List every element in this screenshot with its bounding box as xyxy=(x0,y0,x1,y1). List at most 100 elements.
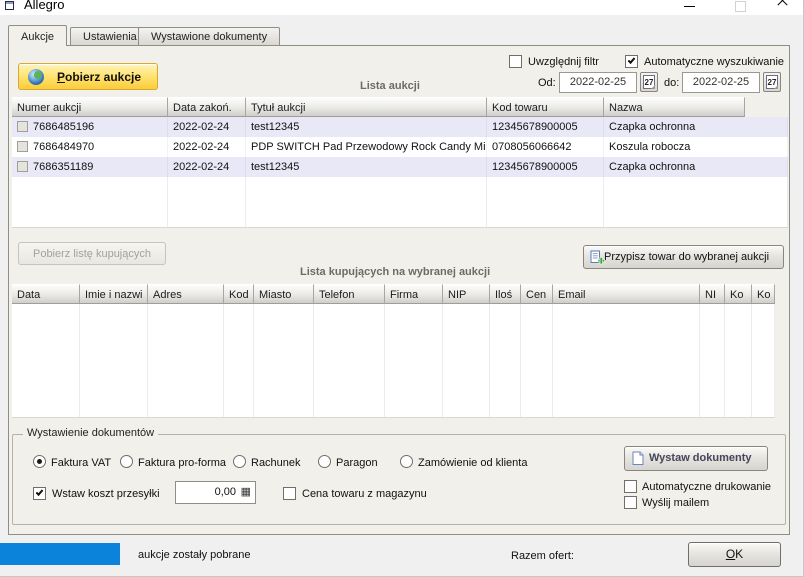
radio-zamowienie-od-klienta[interactable] xyxy=(400,455,413,468)
auction-end-date: 2022-02-24 xyxy=(168,117,246,137)
shipping-cost-value: 0,00 xyxy=(215,486,236,498)
auction-end-date: 2022-02-24 xyxy=(168,157,246,177)
auction-title: PDP SWITCH Pad Przewodowy Rock Candy Mi xyxy=(246,137,487,157)
row-checkbox[interactable] xyxy=(17,141,28,152)
assign-product-label: Przypisz towar do wybranej aukcji xyxy=(604,251,769,263)
fetch-buyers-button[interactable]: Pobierz listę kupujących xyxy=(18,242,166,265)
tab-label: Ustawienia xyxy=(83,31,137,43)
title-bar: Allegro xyxy=(0,0,804,15)
issue-documents-label: Wystaw dokumenty xyxy=(649,452,752,464)
radio-paragon[interactable] xyxy=(318,455,331,468)
date-from-label: Od: xyxy=(538,77,556,89)
tab-wystawione-dokumenty[interactable]: Wystawione dokumenty xyxy=(138,27,280,46)
auction-number: 7686484970 xyxy=(33,141,94,153)
minimize-icon[interactable] xyxy=(674,0,704,15)
warehouse-price-checkbox[interactable] xyxy=(283,487,296,500)
documents-group-title: Wystawienie dokumentów xyxy=(23,427,158,439)
column-header[interactable]: Telefon xyxy=(314,284,385,304)
maximize-icon[interactable] xyxy=(724,0,754,15)
auction-title: test12345 xyxy=(246,157,487,177)
status-message: aukcje zostały pobrane xyxy=(138,549,251,561)
ok-label: OK xyxy=(726,547,743,561)
calculator-icon[interactable]: ▦ xyxy=(241,485,251,498)
assign-product-button[interactable]: Przypisz towar do wybranej aukcji xyxy=(583,245,784,269)
window-title: Allegro xyxy=(24,0,64,12)
application-icon xyxy=(5,1,14,10)
close-icon[interactable] xyxy=(766,0,796,15)
radio-zamowienie-od-klienta-label: Zamówienie od klienta xyxy=(418,457,527,469)
buyers-list-title: Lista kupujących na wybranej aukcji xyxy=(300,266,490,278)
check-icon xyxy=(628,56,636,64)
auctions-table-empty-area xyxy=(12,177,788,228)
column-header[interactable]: Tytuł aukcji xyxy=(246,97,487,117)
radio-rachunek[interactable] xyxy=(233,455,246,468)
column-header[interactable]: Email xyxy=(553,284,700,304)
auction-row[interactable]: 7686484970 2022-02-24 PDP SWITCH Pad Prz… xyxy=(12,137,788,157)
column-header[interactable]: Kod xyxy=(224,284,254,304)
auctions-list-title: Lista aukcji xyxy=(360,80,420,92)
column-header[interactable]: Kod towaru xyxy=(487,97,604,117)
fetch-auctions-label: Pobierz aukcje xyxy=(57,70,141,84)
auction-number: 7686351189 xyxy=(33,161,93,173)
column-header[interactable]: Imie i nazwi xyxy=(80,284,148,304)
column-header[interactable]: NIP xyxy=(443,284,490,304)
progress-bar xyxy=(0,543,120,565)
issue-documents-button[interactable]: Wystaw dokumenty xyxy=(624,446,768,471)
send-mail-label: Wyślij mailem xyxy=(642,497,709,509)
column-header[interactable]: Adres xyxy=(148,284,224,304)
send-mail-checkbox[interactable] xyxy=(624,496,637,509)
allegro-window: Allegro Aukcje Ustawienia Wystawione dok… xyxy=(0,0,804,577)
radio-dot-icon xyxy=(37,459,42,464)
auction-row[interactable]: 7686485196 2022-02-24 test12345 12345678… xyxy=(12,117,788,137)
shipping-cost-checkbox[interactable] xyxy=(33,487,46,500)
column-header[interactable]: Iloś xyxy=(490,284,521,304)
document-add-icon xyxy=(590,250,605,265)
column-header[interactable]: Cen xyxy=(521,284,553,304)
globe-icon xyxy=(28,69,44,85)
row-checkbox[interactable] xyxy=(17,161,28,172)
fetch-buyers-label: Pobierz listę kupujących xyxy=(33,248,151,260)
auto-print-checkbox[interactable] xyxy=(624,480,637,493)
radio-faktura-vat-label: Faktura VAT xyxy=(51,457,111,469)
product-name: Czapka ochronna xyxy=(604,157,788,177)
column-header[interactable]: Ko xyxy=(725,284,752,304)
warehouse-price-label: Cena towaru z magazynu xyxy=(302,488,427,500)
row-checkbox[interactable] xyxy=(17,121,28,132)
shipping-cost-input[interactable]: 0,00 ▦ xyxy=(175,481,256,504)
radio-faktura-pro-forma[interactable] xyxy=(120,455,133,468)
column-header[interactable]: Data zakoń. xyxy=(168,97,246,117)
column-header[interactable]: Numer aukcji xyxy=(12,97,168,117)
radio-faktura-vat[interactable] xyxy=(33,455,46,468)
document-icon xyxy=(631,451,645,466)
shipping-cost-label: Wstaw koszt przesyłki xyxy=(52,488,160,500)
auto-search-checkbox[interactable] xyxy=(625,55,638,68)
product-code: 12345678900005 xyxy=(487,117,604,137)
date-from-calendar-button[interactable]: 27 xyxy=(640,72,658,92)
auctions-table-header: Numer aukcji Data zakoń. Tytuł aukcji Ko… xyxy=(12,97,788,117)
column-header[interactable]: NI xyxy=(700,284,725,304)
radio-rachunek-label: Rachunek xyxy=(251,457,301,469)
tab-label: Wystawione dokumenty xyxy=(151,31,267,43)
product-name: Koszula robocza xyxy=(604,137,788,157)
column-header[interactable]: Ko xyxy=(752,284,775,304)
auction-row[interactable]: 7686351189 2022-02-24 test12345 12345678… xyxy=(12,157,788,177)
column-header[interactable]: Miasto xyxy=(254,284,314,304)
product-code: 12345678900005 xyxy=(487,157,604,177)
ok-button[interactable]: OK xyxy=(688,542,781,567)
buyers-table-empty-area xyxy=(12,304,775,418)
date-to-input[interactable]: 2022-02-25 xyxy=(682,72,760,93)
include-filter-checkbox[interactable] xyxy=(509,55,522,68)
buyers-table: Data Imie i nazwi Adres Kod Miasto Telef… xyxy=(12,284,775,418)
buyers-table-header: Data Imie i nazwi Adres Kod Miasto Telef… xyxy=(12,284,775,304)
column-header[interactable]: Data xyxy=(12,284,80,304)
radio-paragon-label: Paragon xyxy=(336,457,378,469)
fetch-auctions-button[interactable]: Pobierz aukcje xyxy=(18,63,158,90)
date-to-calendar-button[interactable]: 27 xyxy=(763,72,781,92)
product-code: 0708056066642 xyxy=(487,137,604,157)
tab-aukcje[interactable]: Aukcje xyxy=(8,25,67,46)
column-header[interactable]: Firma xyxy=(385,284,443,304)
check-icon xyxy=(36,488,44,496)
date-from-input[interactable]: 2022-02-25 xyxy=(559,72,637,93)
calendar-icon: 27 xyxy=(766,75,778,89)
column-header[interactable]: Nazwa xyxy=(604,97,745,117)
